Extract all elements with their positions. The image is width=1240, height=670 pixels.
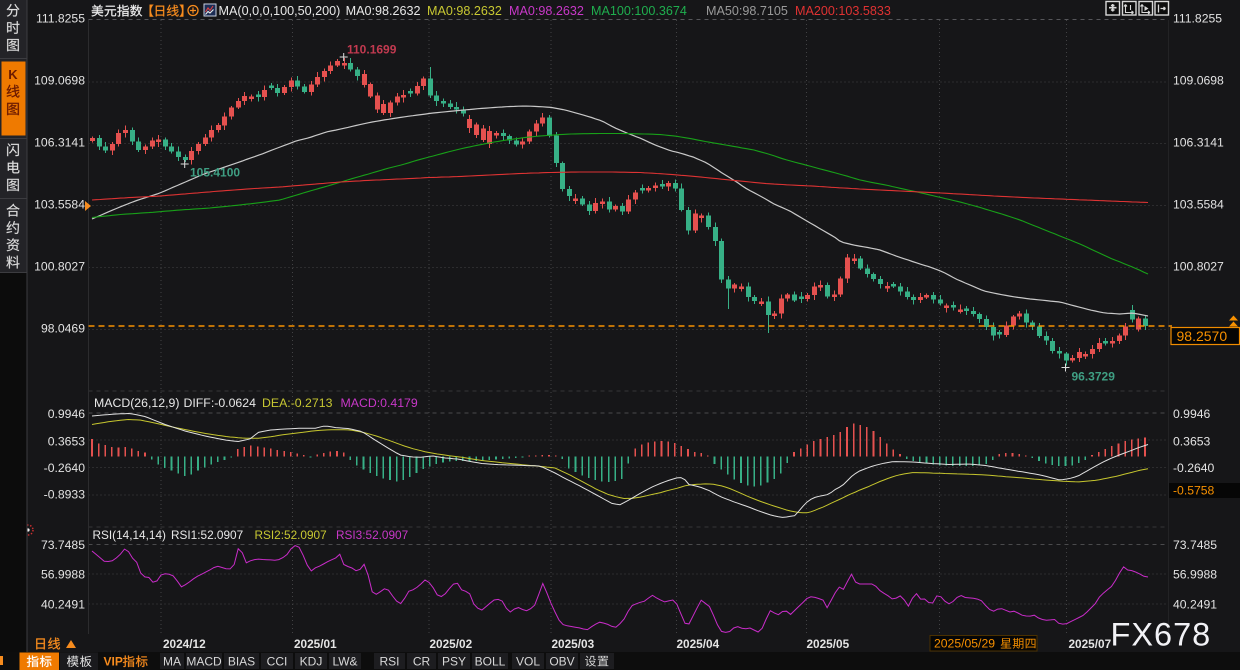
svg-text:0.9946: 0.9946 xyxy=(48,407,85,421)
svg-text:MA0:98.2632: MA0:98.2632 xyxy=(346,4,421,18)
svg-text:103.5584: 103.5584 xyxy=(34,197,85,211)
svg-text:98.0469: 98.0469 xyxy=(41,321,85,335)
svg-text:MA0:98.2632: MA0:98.2632 xyxy=(427,4,502,18)
svg-text:40.2491: 40.2491 xyxy=(41,597,85,611)
svg-text:-0.5758: -0.5758 xyxy=(1173,484,1215,498)
svg-text:MACD:0.4179: MACD:0.4179 xyxy=(341,396,418,410)
svg-text:MA100:100.3674: MA100:100.3674 xyxy=(591,4,687,18)
svg-text:2025/05/29: 2025/05/29 xyxy=(934,637,995,651)
svg-text:OBV: OBV xyxy=(549,655,574,669)
svg-text:BIAS: BIAS xyxy=(228,655,255,669)
svg-text:CR: CR xyxy=(413,655,431,669)
svg-text:KDJ: KDJ xyxy=(300,655,323,669)
svg-text:106.3141: 106.3141 xyxy=(34,135,85,149)
svg-text:0.3653: 0.3653 xyxy=(1173,434,1210,448)
svg-text:105.4100: 105.4100 xyxy=(190,166,240,180)
svg-text:0.9946: 0.9946 xyxy=(1173,407,1210,421)
svg-text:56.9988: 56.9988 xyxy=(1173,567,1217,581)
svg-text:DIFF:-0.0624: DIFF:-0.0624 xyxy=(184,396,257,410)
svg-text:RSI1:52.0907: RSI1:52.0907 xyxy=(171,528,243,542)
svg-text:40.2491: 40.2491 xyxy=(1173,597,1217,611)
svg-text:2025/05: 2025/05 xyxy=(807,637,850,651)
svg-text:2025/03: 2025/03 xyxy=(552,637,595,651)
svg-text:RSI(14,14,14): RSI(14,14,14) xyxy=(93,528,167,542)
svg-text:-0.2640: -0.2640 xyxy=(1173,461,1215,475)
svg-text:MA: MA xyxy=(163,655,181,669)
svg-text:-0.8933: -0.8933 xyxy=(44,487,86,501)
svg-text:MA200:103.5833: MA200:103.5833 xyxy=(795,4,891,18)
svg-text:100.8027: 100.8027 xyxy=(34,259,85,273)
svg-text:2025/07: 2025/07 xyxy=(1069,637,1112,651)
svg-text:RSI2:52.0907: RSI2:52.0907 xyxy=(255,528,327,542)
svg-text:DEA:-0.2713: DEA:-0.2713 xyxy=(262,396,333,410)
svg-text:109.0698: 109.0698 xyxy=(1173,73,1224,87)
svg-text:106.3141: 106.3141 xyxy=(1173,135,1224,149)
svg-text:MA0:98.2632: MA0:98.2632 xyxy=(509,4,584,18)
svg-text:MACD(26,12,9): MACD(26,12,9) xyxy=(94,396,179,410)
svg-text:0.3653: 0.3653 xyxy=(48,434,85,448)
svg-text:MA50:98.7105: MA50:98.7105 xyxy=(706,4,788,18)
svg-text:111.8255: 111.8255 xyxy=(1173,11,1222,25)
svg-text:BOLL: BOLL xyxy=(475,655,506,669)
svg-text:RSI3:52.0907: RSI3:52.0907 xyxy=(336,528,408,542)
svg-text:PSY: PSY xyxy=(442,655,466,669)
svg-text:98.2570: 98.2570 xyxy=(1177,328,1228,344)
svg-text:111.8255: 111.8255 xyxy=(36,11,85,25)
svg-text:K: K xyxy=(8,67,18,82)
svg-text:-0.2640: -0.2640 xyxy=(44,461,86,475)
svg-text:VIP: VIP xyxy=(104,655,123,669)
svg-text:VOL: VOL xyxy=(516,655,540,669)
svg-text:2025/04: 2025/04 xyxy=(677,637,720,651)
svg-text:2025/02: 2025/02 xyxy=(430,637,473,651)
svg-text:MACD: MACD xyxy=(186,655,222,669)
svg-text:103.5584: 103.5584 xyxy=(1173,197,1224,211)
svg-text:56.9988: 56.9988 xyxy=(41,567,85,581)
svg-text:RSI: RSI xyxy=(379,655,399,669)
svg-text:MA(0,0,0,100,50,200): MA(0,0,0,100,50,200) xyxy=(219,4,341,18)
svg-text:110.1699: 110.1699 xyxy=(347,43,397,57)
svg-text:FX678: FX678 xyxy=(1111,617,1212,653)
svg-text:109.0698: 109.0698 xyxy=(34,73,85,87)
svg-text:73.7485: 73.7485 xyxy=(1173,538,1217,552)
svg-text:73.7485: 73.7485 xyxy=(41,538,85,552)
svg-text:LW&: LW& xyxy=(332,655,357,669)
svg-text:100.8027: 100.8027 xyxy=(1173,259,1224,273)
svg-text:2025/01: 2025/01 xyxy=(294,637,337,651)
svg-text:2024/12: 2024/12 xyxy=(163,637,206,651)
svg-text:CCI: CCI xyxy=(267,655,288,669)
svg-text:96.3729: 96.3729 xyxy=(1072,370,1116,384)
